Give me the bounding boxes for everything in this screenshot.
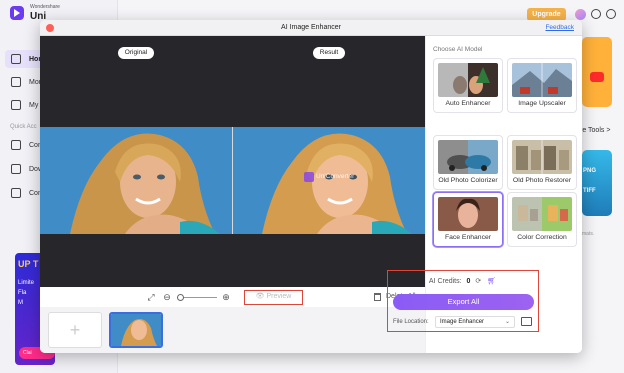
result-label: Result (313, 47, 345, 59)
model-old-photo-restorer[interactable]: Old Photo Restorer (507, 135, 577, 190)
export-section: AI Credits: 0 ⟳ 🛒︎ Export All File Locat… (387, 270, 539, 332)
watermark-logo-icon (304, 172, 314, 182)
auto-enhancer-thumbnail (438, 63, 498, 97)
file-location-label: File Location: (393, 319, 429, 325)
file-location-value: Image Enhancer (440, 319, 485, 325)
convert-icon (11, 140, 21, 150)
preview-button[interactable]: 👁︎ Preview (244, 290, 303, 305)
avatar[interactable] (575, 9, 586, 20)
model-label: Auto Enhancer (445, 100, 491, 107)
model-label: Old Photo Colorizer (438, 177, 498, 184)
ai-credits-row: AI Credits: 0 ⟳ 🛒︎ (388, 276, 537, 288)
feedback-link[interactable]: Feedback (545, 20, 574, 36)
folder-icon[interactable] (521, 317, 532, 326)
export-all-button[interactable]: Export All (393, 294, 534, 310)
support-icon[interactable] (606, 9, 616, 19)
preview-stage: Original Result UniConverter (40, 36, 425, 287)
zoom-in-icon[interactable]: ⊕ (221, 292, 231, 302)
chevron-down-icon: ⌄ (504, 319, 510, 325)
dialog-title: AI Image Enhancer (281, 24, 341, 31)
sidebar-item-label: My (29, 101, 39, 109)
ai-credits-value: 0 (466, 278, 471, 285)
model-color-correction[interactable]: Color Correction (507, 192, 577, 247)
comparison-divider[interactable] (232, 127, 233, 234)
face-enhancer-thumbnail (438, 197, 498, 231)
cart-icon[interactable]: 🛒︎ (487, 278, 496, 285)
model-face-enhancer[interactable]: Face Enhancer (433, 192, 503, 247)
promo-title: UP T (18, 259, 39, 269)
model-label: Image Upscaler (518, 100, 566, 107)
compress-icon (11, 188, 21, 198)
watermark-text: UniConverter (316, 173, 355, 180)
trash-icon (374, 293, 381, 301)
preview-button-label: Preview (266, 293, 292, 300)
fit-screen-icon[interactable]: ⤢ (146, 292, 156, 302)
formats-text: mats. (582, 231, 595, 237)
add-image-button[interactable]: + (48, 312, 102, 348)
download-icon (11, 164, 21, 174)
png-label: PNG (583, 168, 597, 174)
app-logo-icon (10, 6, 24, 20)
file-location-select[interactable]: Image Enhancer ⌄ (435, 316, 515, 328)
old-photo-colorizer-thumbnail (438, 140, 498, 174)
message-icon[interactable] (591, 9, 601, 19)
model-label: Color Correction (517, 234, 567, 241)
quick-access-heading: Quick Acc (10, 124, 37, 130)
home-icon (11, 54, 21, 64)
image-thumbnail[interactable] (109, 312, 163, 348)
brand-company: Wondershare (30, 4, 60, 10)
model-label: Face Enhancer (444, 234, 492, 241)
zoom-slider-handle[interactable] (177, 294, 184, 301)
zoom-out-icon[interactable]: ⊖ (162, 292, 172, 302)
ai-credits-label: AI Credits: (428, 278, 462, 285)
eye-icon: 👁︎ (255, 293, 267, 300)
model-label: Old Photo Restorer (512, 177, 572, 184)
more-tools-link[interactable]: re Tools > (580, 127, 610, 134)
grid-icon (11, 77, 21, 87)
image-upscaler-thumbnail (512, 63, 572, 97)
promo-text: Limite Fla M (18, 280, 35, 306)
dialog-titlebar: AI Image Enhancer Feedback (40, 20, 582, 36)
preview-toolbar: ⤢ ⊖ ⊕ 👁︎ Preview Delete All (40, 287, 425, 307)
model-auto-enhancer[interactable]: Auto Enhancer (433, 58, 503, 113)
color-correction-thumbnail (512, 197, 572, 231)
refresh-icon[interactable]: ⟳ (475, 278, 481, 285)
youtube-icon (590, 72, 604, 82)
model-old-photo-colorizer[interactable]: Old Photo Colorizer (433, 135, 503, 190)
feature-card-blue[interactable] (582, 150, 612, 216)
tiff-label: TIFF (583, 188, 596, 194)
file-icon (11, 100, 21, 110)
old-photo-restorer-thumbnail (512, 140, 572, 174)
model-image-upscaler[interactable]: Image Upscaler (507, 58, 577, 113)
thumbnail-portrait (111, 314, 161, 346)
thumbnail-strip: + (40, 307, 425, 353)
panel-title: Choose AI Model (433, 46, 483, 53)
original-label: Original (118, 47, 154, 59)
